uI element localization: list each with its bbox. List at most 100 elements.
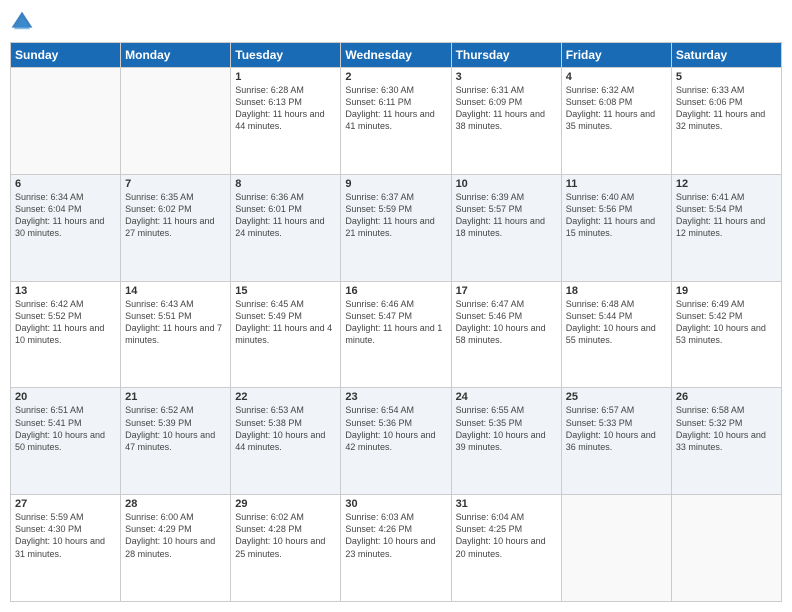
calendar-header-row: SundayMondayTuesdayWednesdayThursdayFrid… bbox=[11, 43, 782, 68]
day-number: 4 bbox=[566, 71, 667, 83]
calendar-table: SundayMondayTuesdayWednesdayThursdayFrid… bbox=[10, 42, 782, 602]
calendar-cell: 15Sunrise: 6:45 AM Sunset: 5:49 PM Dayli… bbox=[231, 281, 341, 388]
page-header bbox=[10, 10, 782, 34]
calendar-cell: 5Sunrise: 6:33 AM Sunset: 6:06 PM Daylig… bbox=[671, 68, 781, 175]
logo bbox=[10, 10, 38, 34]
day-info: Sunrise: 6:03 AM Sunset: 4:26 PM Dayligh… bbox=[345, 511, 446, 560]
day-info: Sunrise: 6:49 AM Sunset: 5:42 PM Dayligh… bbox=[676, 298, 777, 347]
calendar-cell: 8Sunrise: 6:36 AM Sunset: 6:01 PM Daylig… bbox=[231, 174, 341, 281]
day-number: 15 bbox=[235, 285, 336, 297]
day-number: 23 bbox=[345, 391, 446, 403]
day-number: 29 bbox=[235, 498, 336, 510]
day-number: 13 bbox=[15, 285, 116, 297]
day-number: 11 bbox=[566, 178, 667, 190]
day-number: 18 bbox=[566, 285, 667, 297]
day-info: Sunrise: 6:42 AM Sunset: 5:52 PM Dayligh… bbox=[15, 298, 116, 347]
day-number: 30 bbox=[345, 498, 446, 510]
day-info: Sunrise: 6:30 AM Sunset: 6:11 PM Dayligh… bbox=[345, 84, 446, 133]
day-info: Sunrise: 6:54 AM Sunset: 5:36 PM Dayligh… bbox=[345, 404, 446, 453]
day-info: Sunrise: 6:57 AM Sunset: 5:33 PM Dayligh… bbox=[566, 404, 667, 453]
calendar-cell: 23Sunrise: 6:54 AM Sunset: 5:36 PM Dayli… bbox=[341, 388, 451, 495]
calendar-cell: 18Sunrise: 6:48 AM Sunset: 5:44 PM Dayli… bbox=[561, 281, 671, 388]
day-info: Sunrise: 6:32 AM Sunset: 6:08 PM Dayligh… bbox=[566, 84, 667, 133]
calendar-week-row: 27Sunrise: 5:59 AM Sunset: 4:30 PM Dayli… bbox=[11, 495, 782, 602]
day-number: 7 bbox=[125, 178, 226, 190]
day-number: 10 bbox=[456, 178, 557, 190]
calendar-cell: 25Sunrise: 6:57 AM Sunset: 5:33 PM Dayli… bbox=[561, 388, 671, 495]
day-info: Sunrise: 6:58 AM Sunset: 5:32 PM Dayligh… bbox=[676, 404, 777, 453]
calendar-cell: 6Sunrise: 6:34 AM Sunset: 6:04 PM Daylig… bbox=[11, 174, 121, 281]
calendar-cell: 24Sunrise: 6:55 AM Sunset: 5:35 PM Dayli… bbox=[451, 388, 561, 495]
day-info: Sunrise: 6:31 AM Sunset: 6:09 PM Dayligh… bbox=[456, 84, 557, 133]
day-number: 8 bbox=[235, 178, 336, 190]
day-number: 17 bbox=[456, 285, 557, 297]
calendar-cell: 7Sunrise: 6:35 AM Sunset: 6:02 PM Daylig… bbox=[121, 174, 231, 281]
day-info: Sunrise: 6:40 AM Sunset: 5:56 PM Dayligh… bbox=[566, 191, 667, 240]
calendar-cell bbox=[11, 68, 121, 175]
day-info: Sunrise: 6:36 AM Sunset: 6:01 PM Dayligh… bbox=[235, 191, 336, 240]
day-number: 14 bbox=[125, 285, 226, 297]
calendar-cell: 22Sunrise: 6:53 AM Sunset: 5:38 PM Dayli… bbox=[231, 388, 341, 495]
calendar-cell bbox=[671, 495, 781, 602]
calendar-cell: 1Sunrise: 6:28 AM Sunset: 6:13 PM Daylig… bbox=[231, 68, 341, 175]
calendar-cell: 19Sunrise: 6:49 AM Sunset: 5:42 PM Dayli… bbox=[671, 281, 781, 388]
calendar-week-row: 1Sunrise: 6:28 AM Sunset: 6:13 PM Daylig… bbox=[11, 68, 782, 175]
day-number: 19 bbox=[676, 285, 777, 297]
day-info: Sunrise: 6:02 AM Sunset: 4:28 PM Dayligh… bbox=[235, 511, 336, 560]
day-number: 5 bbox=[676, 71, 777, 83]
day-number: 24 bbox=[456, 391, 557, 403]
day-number: 26 bbox=[676, 391, 777, 403]
day-number: 1 bbox=[235, 71, 336, 83]
day-info: Sunrise: 6:37 AM Sunset: 5:59 PM Dayligh… bbox=[345, 191, 446, 240]
day-info: Sunrise: 6:51 AM Sunset: 5:41 PM Dayligh… bbox=[15, 404, 116, 453]
calendar-cell: 11Sunrise: 6:40 AM Sunset: 5:56 PM Dayli… bbox=[561, 174, 671, 281]
day-info: Sunrise: 6:00 AM Sunset: 4:29 PM Dayligh… bbox=[125, 511, 226, 560]
day-header-monday: Monday bbox=[121, 43, 231, 68]
calendar-cell: 14Sunrise: 6:43 AM Sunset: 5:51 PM Dayli… bbox=[121, 281, 231, 388]
calendar-cell: 29Sunrise: 6:02 AM Sunset: 4:28 PM Dayli… bbox=[231, 495, 341, 602]
calendar-week-row: 20Sunrise: 6:51 AM Sunset: 5:41 PM Dayli… bbox=[11, 388, 782, 495]
logo-icon bbox=[10, 10, 34, 34]
day-number: 22 bbox=[235, 391, 336, 403]
calendar-cell: 12Sunrise: 6:41 AM Sunset: 5:54 PM Dayli… bbox=[671, 174, 781, 281]
day-info: Sunrise: 6:46 AM Sunset: 5:47 PM Dayligh… bbox=[345, 298, 446, 347]
day-number: 21 bbox=[125, 391, 226, 403]
calendar-week-row: 6Sunrise: 6:34 AM Sunset: 6:04 PM Daylig… bbox=[11, 174, 782, 281]
calendar-cell bbox=[121, 68, 231, 175]
day-info: Sunrise: 6:47 AM Sunset: 5:46 PM Dayligh… bbox=[456, 298, 557, 347]
day-header-saturday: Saturday bbox=[671, 43, 781, 68]
day-info: Sunrise: 6:48 AM Sunset: 5:44 PM Dayligh… bbox=[566, 298, 667, 347]
day-info: Sunrise: 6:35 AM Sunset: 6:02 PM Dayligh… bbox=[125, 191, 226, 240]
calendar-cell: 17Sunrise: 6:47 AM Sunset: 5:46 PM Dayli… bbox=[451, 281, 561, 388]
day-number: 20 bbox=[15, 391, 116, 403]
day-info: Sunrise: 6:33 AM Sunset: 6:06 PM Dayligh… bbox=[676, 84, 777, 133]
day-number: 27 bbox=[15, 498, 116, 510]
calendar-cell: 9Sunrise: 6:37 AM Sunset: 5:59 PM Daylig… bbox=[341, 174, 451, 281]
day-header-wednesday: Wednesday bbox=[341, 43, 451, 68]
day-info: Sunrise: 6:28 AM Sunset: 6:13 PM Dayligh… bbox=[235, 84, 336, 133]
day-info: Sunrise: 6:45 AM Sunset: 5:49 PM Dayligh… bbox=[235, 298, 336, 347]
calendar-cell: 30Sunrise: 6:03 AM Sunset: 4:26 PM Dayli… bbox=[341, 495, 451, 602]
day-number: 12 bbox=[676, 178, 777, 190]
calendar-cell bbox=[561, 495, 671, 602]
day-header-thursday: Thursday bbox=[451, 43, 561, 68]
calendar-cell: 31Sunrise: 6:04 AM Sunset: 4:25 PM Dayli… bbox=[451, 495, 561, 602]
calendar-week-row: 13Sunrise: 6:42 AM Sunset: 5:52 PM Dayli… bbox=[11, 281, 782, 388]
day-info: Sunrise: 6:55 AM Sunset: 5:35 PM Dayligh… bbox=[456, 404, 557, 453]
day-number: 6 bbox=[15, 178, 116, 190]
day-info: Sunrise: 6:41 AM Sunset: 5:54 PM Dayligh… bbox=[676, 191, 777, 240]
calendar-cell: 16Sunrise: 6:46 AM Sunset: 5:47 PM Dayli… bbox=[341, 281, 451, 388]
calendar-cell: 3Sunrise: 6:31 AM Sunset: 6:09 PM Daylig… bbox=[451, 68, 561, 175]
day-info: Sunrise: 6:52 AM Sunset: 5:39 PM Dayligh… bbox=[125, 404, 226, 453]
day-number: 25 bbox=[566, 391, 667, 403]
calendar-cell: 27Sunrise: 5:59 AM Sunset: 4:30 PM Dayli… bbox=[11, 495, 121, 602]
day-info: Sunrise: 6:53 AM Sunset: 5:38 PM Dayligh… bbox=[235, 404, 336, 453]
day-number: 31 bbox=[456, 498, 557, 510]
calendar-cell: 21Sunrise: 6:52 AM Sunset: 5:39 PM Dayli… bbox=[121, 388, 231, 495]
day-info: Sunrise: 6:04 AM Sunset: 4:25 PM Dayligh… bbox=[456, 511, 557, 560]
day-info: Sunrise: 6:43 AM Sunset: 5:51 PM Dayligh… bbox=[125, 298, 226, 347]
calendar-cell: 28Sunrise: 6:00 AM Sunset: 4:29 PM Dayli… bbox=[121, 495, 231, 602]
calendar-cell: 26Sunrise: 6:58 AM Sunset: 5:32 PM Dayli… bbox=[671, 388, 781, 495]
calendar-cell: 20Sunrise: 6:51 AM Sunset: 5:41 PM Dayli… bbox=[11, 388, 121, 495]
day-number: 9 bbox=[345, 178, 446, 190]
